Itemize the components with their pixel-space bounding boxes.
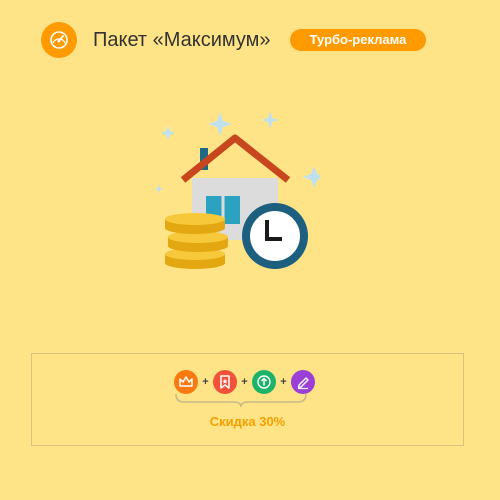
crown-icon[interactable] — [174, 370, 198, 394]
discount-label: Скидка 30% — [209, 414, 286, 429]
service-icons-row: + + + — [174, 370, 315, 394]
arrow-up-icon[interactable] — [252, 370, 276, 394]
bundle-offer-box: + + + Скидка 30% — [31, 353, 464, 446]
clock-icon — [242, 203, 308, 269]
package-header: Пакет «Максимум» Турбо-реклама — [41, 22, 427, 58]
pen-highlight-icon[interactable] — [291, 370, 315, 394]
package-title: Пакет «Максимум» — [93, 28, 271, 51]
speedometer-icon — [41, 22, 77, 58]
house-coins-clock-icon — [150, 108, 325, 278]
bundle-bracket — [175, 393, 307, 408]
plus-sign: + — [241, 376, 248, 388]
bookmark-star-icon[interactable] — [213, 370, 237, 394]
turbo-ad-badge[interactable]: Турбо-реклама — [289, 29, 427, 51]
coins-icon — [165, 213, 228, 269]
plus-sign: + — [280, 376, 287, 388]
plus-sign: + — [202, 376, 209, 388]
